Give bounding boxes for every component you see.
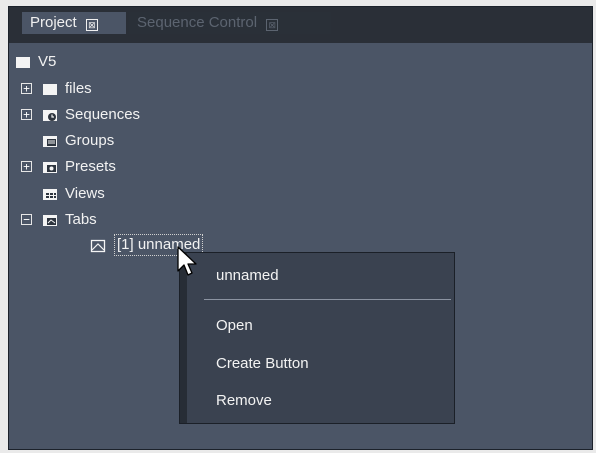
views-folder-icon [43, 189, 57, 200]
tree-item-label: Groups [65, 132, 115, 149]
preset-folder-icon [43, 162, 57, 173]
context-menu: unnamed Open Create Button Remove [179, 252, 455, 424]
menu-divider [204, 299, 451, 300]
expand-icon[interactable]: + [21, 161, 32, 172]
tree-item-label: Views [65, 185, 105, 202]
folder-icon [43, 84, 57, 95]
tab-icon [90, 239, 106, 253]
tree-root-label: V5 [38, 53, 57, 70]
context-menu-title: unnamed [216, 267, 279, 284]
group-folder-icon [43, 136, 57, 147]
tree-item-label: files [65, 80, 92, 97]
folder-icon [16, 57, 30, 68]
tree-item-label: Tabs [65, 211, 97, 228]
collapse-icon[interactable]: − [21, 214, 32, 225]
expand-icon[interactable]: + [21, 83, 32, 94]
tree-item-label: Presets [65, 158, 116, 175]
mouse-cursor-icon [177, 246, 197, 276]
tree-item-label: Sequences [65, 106, 141, 123]
menu-item-open[interactable]: Open [216, 315, 253, 337]
expand-icon[interactable]: + [21, 109, 32, 120]
menu-item-remove[interactable]: Remove [216, 390, 272, 412]
menu-item-create-button[interactable]: Create Button [216, 353, 309, 375]
sequence-folder-icon [43, 110, 57, 121]
tabs-folder-icon [43, 215, 57, 226]
